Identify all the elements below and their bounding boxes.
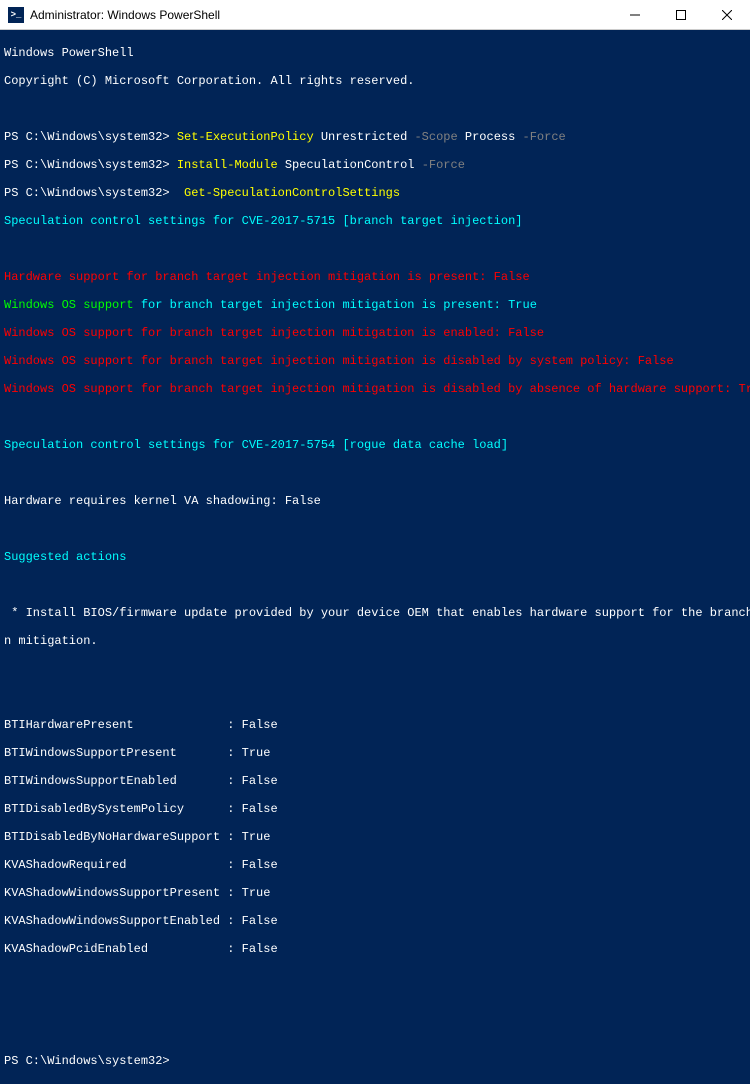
property-row: BTIDisabledByNoHardwareSupport : True bbox=[4, 830, 746, 844]
property-row: KVAShadowWindowsSupportEnabled : False bbox=[4, 914, 746, 928]
suggestion-line: * Install BIOS/firmware update provided … bbox=[4, 606, 746, 620]
header-line: Windows PowerShell bbox=[4, 46, 746, 60]
status-prefix: Windows OS support bbox=[4, 298, 141, 312]
property-row: KVAShadowPcidEnabled : False bbox=[4, 942, 746, 956]
property-key: KVAShadowPcidEnabled bbox=[4, 942, 227, 956]
maximize-icon bbox=[676, 10, 686, 20]
property-key: BTIWindowsSupportPresent bbox=[4, 746, 227, 760]
status-line: Hardware support for branch target injec… bbox=[4, 270, 746, 284]
property-row: KVAShadowWindowsSupportPresent : True bbox=[4, 886, 746, 900]
prompt-line: PS C:\Windows\system32> bbox=[4, 1054, 746, 1068]
blank-line bbox=[4, 690, 746, 704]
property-value: : False bbox=[227, 718, 277, 732]
blank-line bbox=[4, 242, 746, 256]
property-row: BTIWindowsSupportEnabled : False bbox=[4, 774, 746, 788]
property-row: BTIWindowsSupportPresent : True bbox=[4, 746, 746, 760]
blank-line bbox=[4, 578, 746, 592]
param-value: Process bbox=[458, 130, 523, 144]
param: -Force bbox=[422, 158, 465, 172]
cmdlet: Set-ExecutionPolicy bbox=[177, 130, 314, 144]
property-key: KVAShadowRequired bbox=[4, 858, 227, 872]
property-value: : False bbox=[227, 858, 277, 872]
blank-line bbox=[4, 410, 746, 424]
param: -Force bbox=[523, 130, 566, 144]
status-line: Hardware requires kernel VA shadowing: F… bbox=[4, 494, 746, 508]
property-row: BTIDisabledBySystemPolicy : False bbox=[4, 802, 746, 816]
property-value: : True bbox=[227, 830, 270, 844]
arg: SpeculationControl bbox=[278, 158, 422, 172]
prompt: PS C:\Windows\system32> bbox=[4, 186, 177, 200]
status-suffix: for branch target injection mitigation i… bbox=[141, 298, 537, 312]
window-titlebar: >_ Administrator: Windows PowerShell bbox=[0, 0, 750, 30]
status-line: Windows OS support for branch target inj… bbox=[4, 326, 746, 340]
property-key: KVAShadowWindowsSupportPresent bbox=[4, 886, 227, 900]
property-row: BTIHardwarePresent : False bbox=[4, 718, 746, 732]
command-line-2: PS C:\Windows\system32> Install-Module S… bbox=[4, 158, 746, 172]
close-icon bbox=[722, 10, 732, 20]
terminal-output[interactable]: Windows PowerShell Copyright (C) Microso… bbox=[0, 30, 750, 1084]
property-key: BTIHardwarePresent bbox=[4, 718, 227, 732]
blank-line bbox=[4, 522, 746, 536]
arg: Unrestricted bbox=[314, 130, 415, 144]
property-value: : False bbox=[227, 942, 277, 956]
command-line-3: PS C:\Windows\system32> Get-SpeculationC… bbox=[4, 186, 746, 200]
section-header: Speculation control settings for CVE-201… bbox=[4, 438, 746, 452]
property-value: : True bbox=[227, 886, 270, 900]
blank-line bbox=[4, 662, 746, 676]
copyright-line: Copyright (C) Microsoft Corporation. All… bbox=[4, 74, 746, 88]
space bbox=[177, 186, 184, 200]
param: -Scope bbox=[414, 130, 457, 144]
status-line: Windows OS support for branch target inj… bbox=[4, 354, 746, 368]
prompt: PS C:\Windows\system32> bbox=[4, 130, 177, 144]
blank-line bbox=[4, 998, 746, 1012]
property-row: KVAShadowRequired : False bbox=[4, 858, 746, 872]
property-key: BTIDisabledBySystemPolicy bbox=[4, 802, 227, 816]
blank-line bbox=[4, 970, 746, 984]
status-line: Windows OS support for branch target inj… bbox=[4, 382, 746, 396]
section-header: Speculation control settings for CVE-201… bbox=[4, 214, 746, 228]
blank-line bbox=[4, 102, 746, 116]
window-title: Administrator: Windows PowerShell bbox=[30, 8, 612, 22]
status-line: Windows OS support for branch target inj… bbox=[4, 298, 746, 312]
cmdlet: Get-SpeculationControlSettings bbox=[184, 186, 400, 200]
close-button[interactable] bbox=[704, 0, 750, 29]
blank-line bbox=[4, 466, 746, 480]
blank-line bbox=[4, 1026, 746, 1040]
property-key: BTIDisabledByNoHardwareSupport bbox=[4, 830, 227, 844]
property-value: : False bbox=[227, 774, 277, 788]
property-key: KVAShadowWindowsSupportEnabled bbox=[4, 914, 227, 928]
section-header: Suggested actions bbox=[4, 550, 746, 564]
property-value: : True bbox=[227, 746, 270, 760]
property-key: BTIWindowsSupportEnabled bbox=[4, 774, 227, 788]
window-controls bbox=[612, 0, 750, 29]
cmdlet: Install-Module bbox=[177, 158, 278, 172]
minimize-button[interactable] bbox=[612, 0, 658, 29]
powershell-icon: >_ bbox=[8, 7, 24, 23]
property-value: : False bbox=[227, 802, 277, 816]
maximize-button[interactable] bbox=[658, 0, 704, 29]
suggestion-line: n mitigation. bbox=[4, 634, 746, 648]
minimize-icon bbox=[630, 10, 640, 20]
prompt: PS C:\Windows\system32> bbox=[4, 158, 177, 172]
property-value: : False bbox=[227, 914, 277, 928]
command-line-1: PS C:\Windows\system32> Set-ExecutionPol… bbox=[4, 130, 746, 144]
